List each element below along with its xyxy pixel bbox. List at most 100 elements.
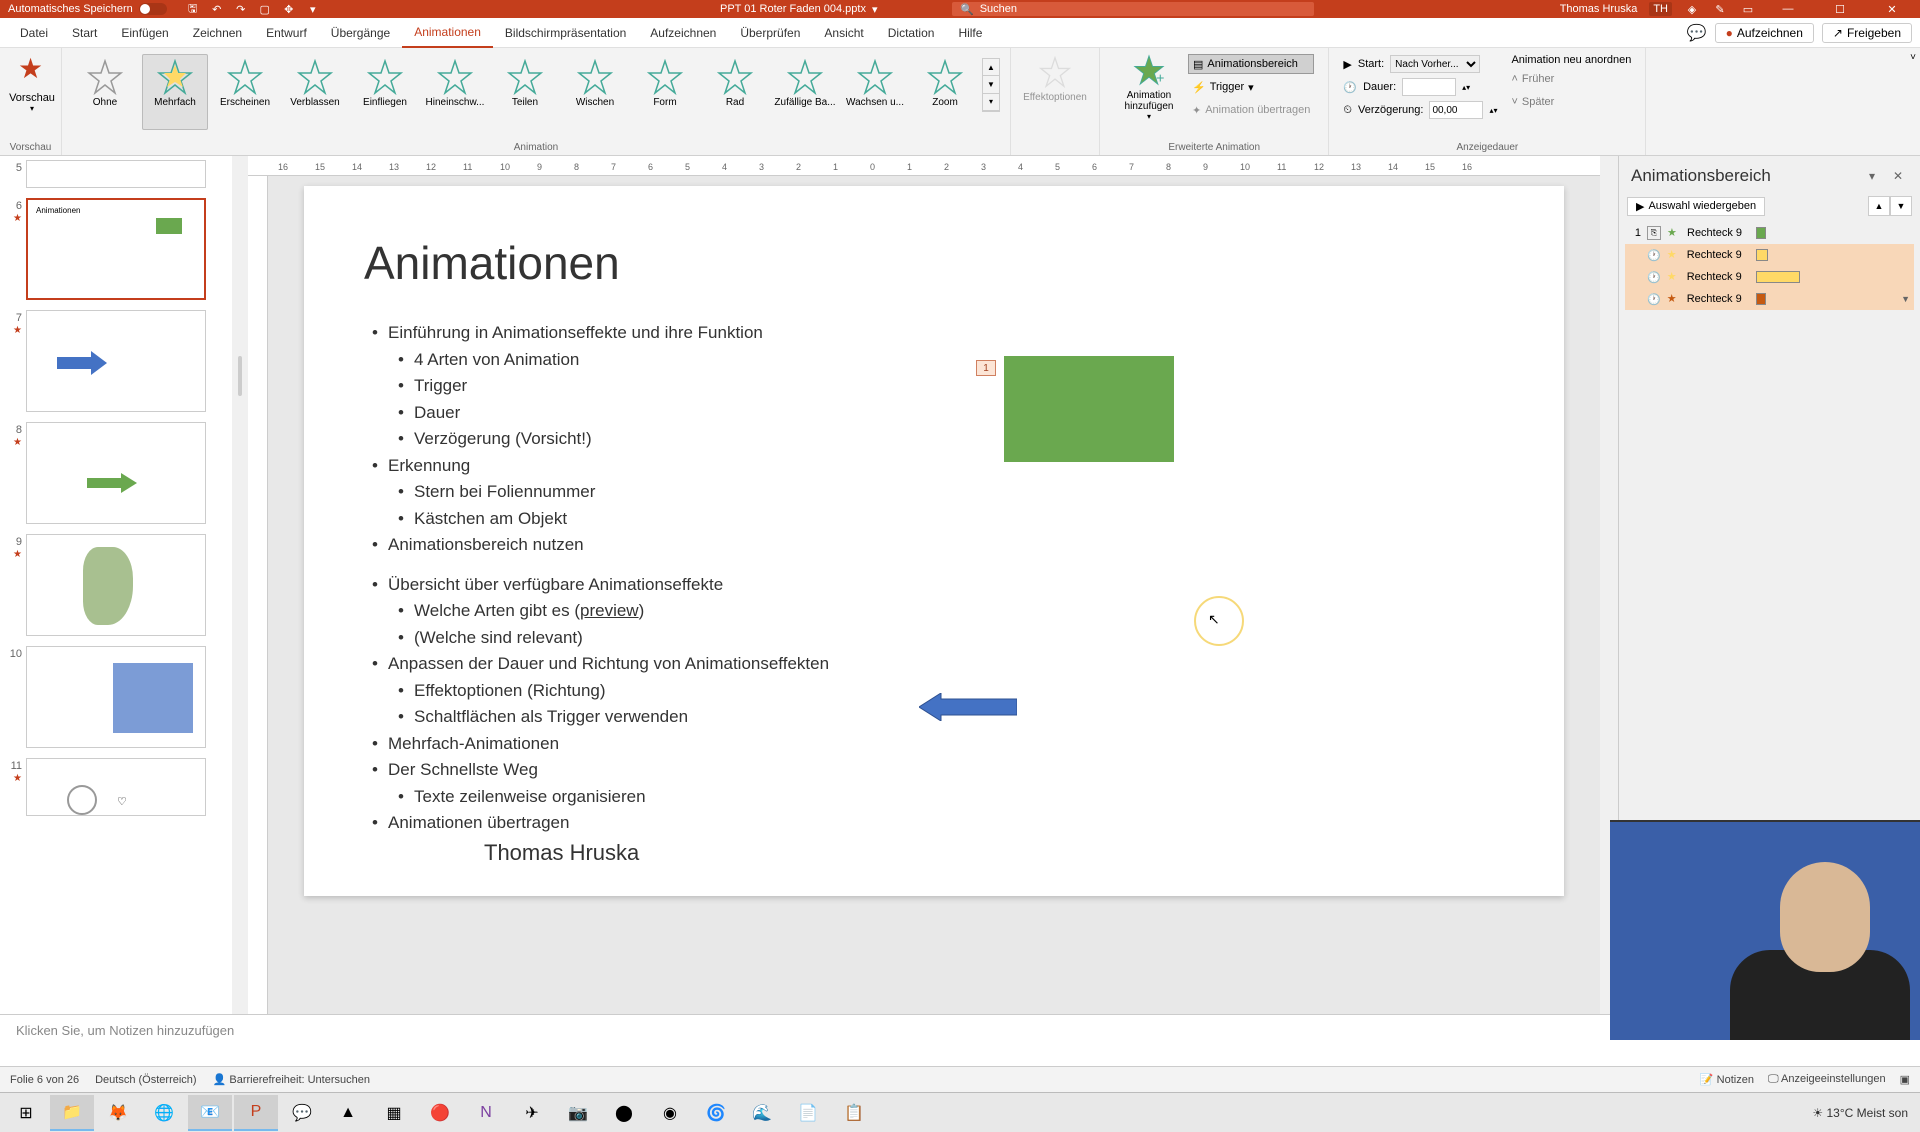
trigger-button[interactable]: ⚡Trigger ▾ bbox=[1188, 77, 1314, 97]
app4-icon[interactable]: 📷 bbox=[556, 1095, 600, 1131]
anim-wachsen[interactable]: Wachsen u... bbox=[842, 54, 908, 130]
qat-more-icon[interactable]: ▾ bbox=[305, 1, 321, 17]
blue-arrow-shape[interactable] bbox=[919, 693, 1017, 721]
anim-list-item[interactable]: 1⎘★Rechteck 9 bbox=[1625, 222, 1914, 244]
undo-icon[interactable]: ↶ bbox=[209, 1, 225, 17]
slide-bullets[interactable]: Einführung in Animationseffekte und ihre… bbox=[364, 320, 1504, 836]
telegram-icon[interactable]: ✈ bbox=[510, 1095, 554, 1131]
slide-canvas[interactable]: Animationen Einführung in Animationseffe… bbox=[304, 186, 1564, 896]
anim-mehrfach[interactable]: Mehrfach bbox=[142, 54, 208, 130]
minimize-button[interactable]: — bbox=[1768, 0, 1808, 18]
app7-icon[interactable]: 🌀 bbox=[694, 1095, 738, 1131]
save-icon[interactable]: 🖫 bbox=[185, 1, 201, 17]
anim-verblassen[interactable]: Verblassen bbox=[282, 54, 348, 130]
anim-teilen[interactable]: Teilen bbox=[492, 54, 558, 130]
move-up-icon[interactable]: ▲ bbox=[1868, 196, 1890, 216]
touch-mode-icon[interactable]: ✥ bbox=[281, 1, 297, 17]
animation-order-tag[interactable]: 1 bbox=[976, 360, 996, 376]
tab-animationen[interactable]: Animationen bbox=[402, 18, 493, 48]
firefox-icon[interactable]: 🦊 bbox=[96, 1095, 140, 1131]
dauer-input[interactable] bbox=[1402, 78, 1456, 96]
thumb-5[interactable] bbox=[26, 160, 206, 188]
anim-zoom[interactable]: Zoom bbox=[912, 54, 978, 130]
gallery-down-icon[interactable]: ▼ bbox=[983, 76, 999, 93]
tab-dictation[interactable]: Dictation bbox=[876, 18, 947, 48]
tab-einfuegen[interactable]: Einfügen bbox=[109, 18, 180, 48]
coming-soon-icon[interactable]: ◈ bbox=[1684, 1, 1700, 17]
anim-hineinschweben[interactable]: Hineinschw... bbox=[422, 54, 488, 130]
app3-icon[interactable]: 🔴 bbox=[418, 1095, 462, 1131]
author-text[interactable]: Thomas Hruska bbox=[484, 840, 639, 866]
tab-bildschirmpraesentation[interactable]: Bildschirmpräsentation bbox=[493, 18, 638, 48]
play-selection-button[interactable]: ▶Auswahl wiedergeben bbox=[1627, 197, 1765, 216]
from-beginning-icon[interactable]: ▢ bbox=[257, 1, 273, 17]
redo-icon[interactable]: ↷ bbox=[233, 1, 249, 17]
powerpoint-icon[interactable]: P bbox=[234, 1095, 278, 1131]
green-rectangle-shape[interactable]: 1 bbox=[1004, 356, 1174, 462]
window-icon[interactable]: ▭ bbox=[1740, 1, 1756, 17]
chrome-icon[interactable]: 🌐 bbox=[142, 1095, 186, 1131]
animationsbereich-button[interactable]: ▤Animationsbereich bbox=[1188, 54, 1314, 74]
slide-title[interactable]: Animationen bbox=[364, 236, 1504, 290]
anim-einfliegen[interactable]: Einfliegen bbox=[352, 54, 418, 130]
anim-list-item[interactable]: 🕐★Rechteck 9 bbox=[1625, 244, 1914, 266]
app2-icon[interactable]: ▦ bbox=[372, 1095, 416, 1131]
verzoegerung-input[interactable] bbox=[1429, 101, 1483, 119]
tab-ueberpruefen[interactable]: Überprüfen bbox=[728, 18, 812, 48]
app5-icon[interactable]: ⬤ bbox=[602, 1095, 646, 1131]
slide-thumbnails[interactable]: 5 6★Animationen 7★ 8★ 9★ 10 11★♡ bbox=[0, 156, 232, 1014]
move-down-icon[interactable]: ▼ bbox=[1890, 196, 1912, 216]
search-box[interactable]: 🔍 bbox=[952, 2, 1314, 16]
start-select[interactable]: Nach Vorher... bbox=[1390, 55, 1480, 73]
ribbon-collapse-icon[interactable]: ˅ bbox=[1910, 52, 1916, 63]
gallery-more-icon[interactable]: ▾ bbox=[983, 94, 999, 111]
anim-list-item[interactable]: 🕐★Rechteck 9▼ bbox=[1625, 288, 1914, 310]
vorschau-button[interactable]: Vorschau ▾ bbox=[6, 50, 58, 113]
filename-dropdown-icon[interactable]: ▾ bbox=[872, 3, 878, 16]
autosave-toggle[interactable]: Automatisches Speichern bbox=[8, 3, 167, 15]
app-icon[interactable]: 💬 bbox=[280, 1095, 324, 1131]
freigeben-button[interactable]: ↗Freigeben bbox=[1822, 23, 1912, 43]
pen-icon[interactable]: ✎ bbox=[1712, 1, 1728, 17]
edge-icon[interactable]: 🌊 bbox=[740, 1095, 784, 1131]
anim-wischen[interactable]: Wischen bbox=[562, 54, 628, 130]
thumb-11[interactable]: ♡ bbox=[26, 758, 206, 816]
anim-ohne[interactable]: Ohne bbox=[72, 54, 138, 130]
tab-aufzeichnen[interactable]: Aufzeichnen bbox=[638, 18, 728, 48]
tab-zeichnen[interactable]: Zeichnen bbox=[181, 18, 254, 48]
tab-hilfe[interactable]: Hilfe bbox=[946, 18, 994, 48]
document-title[interactable]: PPT 01 Roter Faden 004.pptx ▾ bbox=[720, 3, 877, 16]
toggle-switch[interactable] bbox=[139, 3, 167, 15]
close-button[interactable]: ✕ bbox=[1872, 0, 1912, 18]
app6-icon[interactable]: ◉ bbox=[648, 1095, 692, 1131]
app8-icon[interactable]: 📄 bbox=[786, 1095, 830, 1131]
explorer-icon[interactable]: 📁 bbox=[50, 1095, 94, 1131]
user-name[interactable]: Thomas Hruska bbox=[1560, 3, 1638, 15]
tab-entwurf[interactable]: Entwurf bbox=[254, 18, 319, 48]
thumb-6[interactable]: Animationen bbox=[26, 198, 206, 300]
anim-zufaellig[interactable]: Zufällige Ba... bbox=[772, 54, 838, 130]
tab-start[interactable]: Start bbox=[60, 18, 109, 48]
anim-form[interactable]: Form bbox=[632, 54, 698, 130]
tab-ansicht[interactable]: Ansicht bbox=[812, 18, 875, 48]
thumb-9[interactable] bbox=[26, 534, 206, 636]
outlook-icon[interactable]: 📧 bbox=[188, 1095, 232, 1131]
tab-datei[interactable]: Datei bbox=[8, 18, 60, 48]
anim-pane-close-icon[interactable]: ✕ bbox=[1888, 166, 1908, 186]
app9-icon[interactable]: 📋 bbox=[832, 1095, 876, 1131]
tab-uebergaenge[interactable]: Übergänge bbox=[319, 18, 402, 48]
thumb-8[interactable] bbox=[26, 422, 206, 524]
gallery-up-icon[interactable]: ▲ bbox=[983, 59, 999, 76]
user-avatar[interactable]: TH bbox=[1649, 2, 1672, 16]
anim-list-item[interactable]: 🕐★Rechteck 9 bbox=[1625, 266, 1914, 288]
comments-icon[interactable]: 💬 bbox=[1687, 23, 1707, 43]
anim-erscheinen[interactable]: Erscheinen bbox=[212, 54, 278, 130]
start-menu-icon[interactable]: ⊞ bbox=[4, 1095, 48, 1131]
aufzeichnen-button[interactable]: ●Aufzeichnen bbox=[1715, 23, 1814, 43]
thumb-7[interactable] bbox=[26, 310, 206, 412]
vlc-icon[interactable]: ▲ bbox=[326, 1095, 370, 1131]
search-input[interactable] bbox=[980, 3, 1306, 15]
thumb-10[interactable] bbox=[26, 646, 206, 748]
weather-widget[interactable]: ☀ 13°C Meist son bbox=[1812, 1106, 1908, 1120]
maximize-button[interactable]: ☐ bbox=[1820, 0, 1860, 18]
